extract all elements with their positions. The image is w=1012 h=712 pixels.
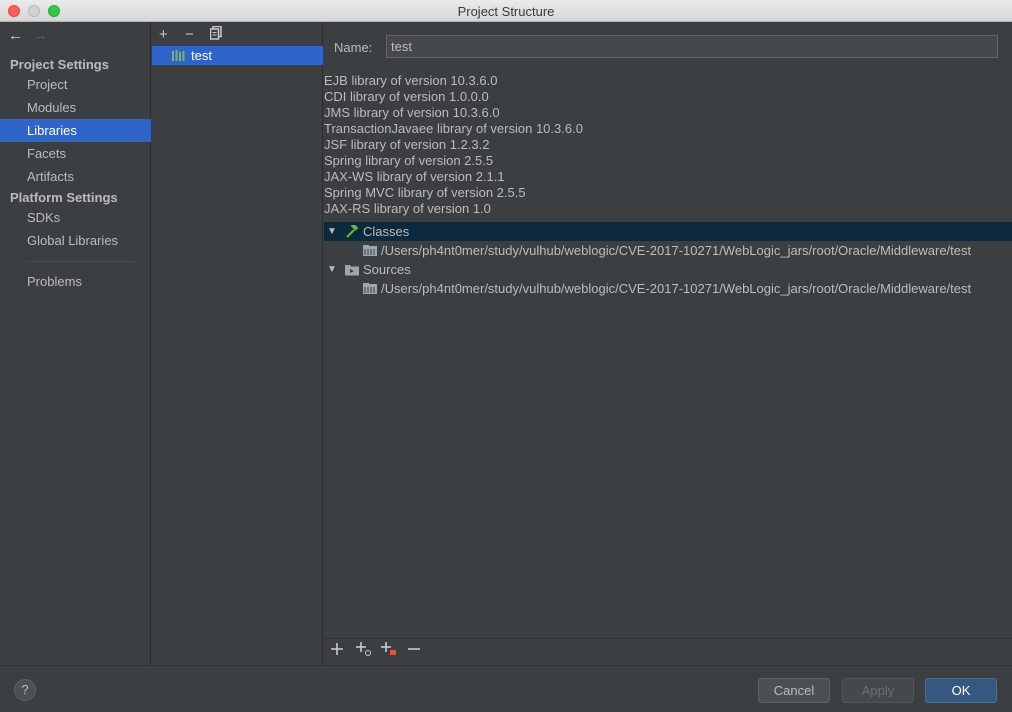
title-bar: Project Structure — [0, 0, 1012, 22]
remove-root-button[interactable] — [408, 642, 420, 659]
jar-icon — [363, 283, 377, 294]
tree-node-sources-path[interactable]: /Users/ph4nt0mer/study/vulhub/weblogic/C… — [324, 279, 1012, 298]
sources-path: /Users/ph4nt0mer/study/vulhub/weblogic/C… — [381, 281, 972, 296]
info-line: JAX-RS library of version 1.0 — [324, 201, 491, 216]
ok-button[interactable]: OK — [925, 678, 997, 703]
plus-classes-icon — [356, 642, 371, 656]
source-folder-icon — [345, 265, 359, 276]
library-detail-panel: Name: EJB library of version 10.3.6.0 CD… — [324, 22, 1012, 665]
library-name-field[interactable] — [386, 35, 998, 58]
sidebar-item-sdks[interactable]: SDKs — [0, 206, 151, 229]
name-label: Name: — [334, 40, 373, 55]
remove-library-button[interactable]: − — [185, 26, 194, 43]
cancel-button[interactable]: Cancel — [758, 678, 830, 703]
library-roots-tree: ▼ Classes /Users/ph4nt0mer/study/vulhub/… — [324, 222, 1012, 298]
library-icon — [172, 50, 185, 61]
tree-node-sources[interactable]: ▼ Sources — [324, 260, 1012, 279]
expand-triangle-icon[interactable]: ▼ — [327, 222, 337, 241]
platform-settings-heading: Platform Settings — [10, 190, 118, 205]
plus-jar-icon — [381, 642, 396, 655]
sidebar-divider — [27, 261, 135, 262]
project-settings-heading: Project Settings — [10, 57, 109, 72]
libraries-panel: + − test — [152, 22, 323, 665]
add-library-button[interactable]: + — [159, 26, 168, 43]
library-item-test[interactable]: test — [152, 46, 323, 65]
sidebar-item-facets[interactable]: Facets — [0, 142, 151, 165]
tree-node-classes-path[interactable]: /Users/ph4nt0mer/study/vulhub/weblogic/C… — [324, 241, 1012, 260]
settings-sidebar: ← → Project Settings Project Modules Libr… — [0, 22, 151, 665]
roots-toolbar — [324, 638, 1012, 665]
jar-icon — [363, 245, 377, 256]
tree-node-classes[interactable]: ▼ Classes — [324, 222, 1012, 241]
help-button[interactable]: ? — [14, 679, 36, 701]
sidebar-item-global-libraries[interactable]: Global Libraries — [0, 229, 151, 252]
add-jar-button[interactable] — [381, 642, 397, 660]
dialog-footer: ? Cancel Apply OK — [0, 665, 1012, 712]
minus-icon — [408, 648, 420, 650]
info-line: Spring library of version 2.5.5 — [324, 153, 494, 168]
info-line: EJB library of version 10.3.6.0 — [324, 73, 498, 88]
sources-label: Sources — [363, 262, 411, 277]
sidebar-item-modules[interactable]: Modules — [0, 96, 151, 119]
window-title: Project Structure — [457, 4, 555, 19]
add-classes-button[interactable] — [356, 642, 372, 660]
sidebar-item-problems[interactable]: Problems — [0, 270, 151, 293]
sidebar-item-project[interactable]: Project — [0, 73, 151, 96]
library-name: test — [191, 48, 212, 63]
info-line: Spring MVC library of version 2.5.5 — [324, 185, 526, 200]
info-line: JMS library of version 10.3.6.0 — [324, 105, 500, 120]
sidebar-item-artifacts[interactable]: Artifacts — [0, 165, 151, 188]
add-root-button[interactable] — [331, 642, 343, 659]
library-info: EJB library of version 10.3.6.0 CDI libr… — [324, 73, 583, 217]
classes-label: Classes — [363, 224, 410, 239]
hammer-icon — [346, 225, 359, 238]
info-line: CDI library of version 1.0.0.0 — [324, 89, 489, 104]
info-line: JSF library of version 1.2.3.2 — [324, 137, 490, 152]
copy-icon — [209, 25, 222, 40]
apply-button[interactable]: Apply — [842, 678, 914, 703]
classes-path: /Users/ph4nt0mer/study/vulhub/weblogic/C… — [381, 243, 972, 258]
plus-icon — [331, 643, 343, 655]
copy-library-button[interactable] — [209, 25, 223, 44]
expand-triangle-icon[interactable]: ▼ — [327, 260, 337, 279]
info-line: JAX-WS library of version 2.1.1 — [324, 169, 505, 184]
forward-arrow-icon[interactable]: → — [33, 27, 48, 44]
sidebar-item-libraries[interactable]: Libraries — [0, 119, 151, 142]
nav-arrows: ← → — [8, 27, 48, 44]
info-line: TransactionJavaee library of version 10.… — [324, 121, 583, 136]
back-arrow-icon[interactable]: ← — [8, 27, 23, 44]
